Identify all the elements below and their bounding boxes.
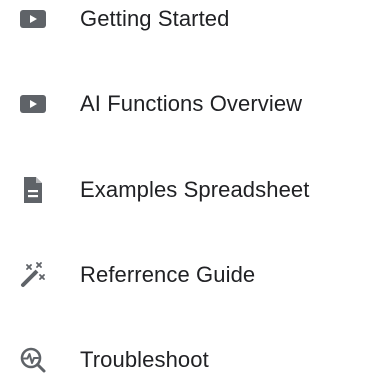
menu-item-examples-spreadsheet[interactable]: Examples Spreadsheet [0, 168, 375, 212]
menu-item-troubleshoot[interactable]: Troubleshoot [0, 338, 375, 382]
document-icon [18, 175, 48, 205]
magic-wand-icon [18, 260, 48, 290]
menu-item-ai-functions-overview[interactable]: AI Functions Overview [0, 82, 375, 126]
menu-item-referrence-guide[interactable]: Referrence Guide [0, 253, 375, 297]
menu-item-label: AI Functions Overview [80, 91, 303, 116]
resources-menu: Getting Started AI Functions Overview Ex… [0, 0, 375, 379]
video-icon [18, 89, 48, 119]
menu-item-label: Getting Started [80, 6, 230, 31]
video-icon [18, 4, 48, 34]
menu-item-getting-started[interactable]: Getting Started [0, 0, 375, 41]
menu-item-label: Troubleshoot [80, 347, 209, 372]
menu-item-label: Referrence Guide [80, 262, 256, 287]
troubleshoot-icon [18, 345, 48, 375]
menu-item-label: Examples Spreadsheet [80, 177, 310, 202]
